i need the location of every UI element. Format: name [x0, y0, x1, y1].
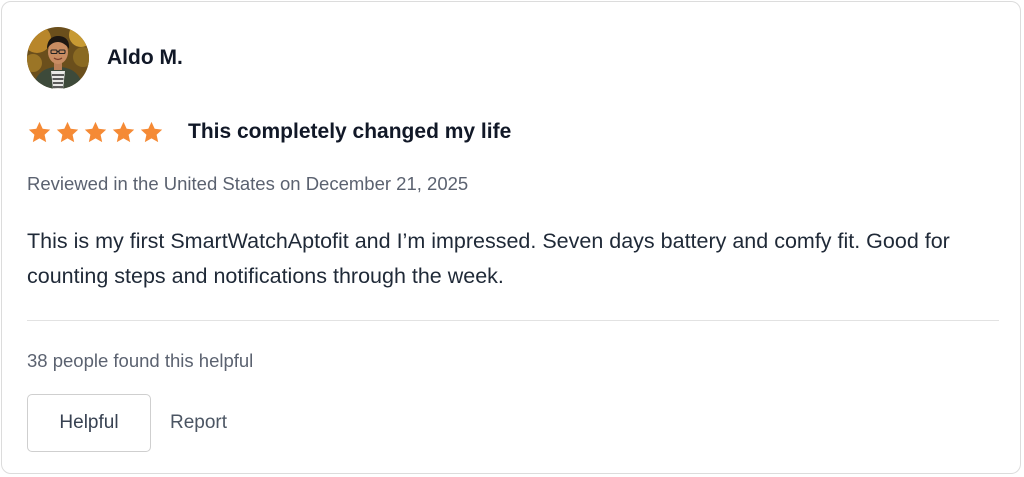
report-link[interactable]: Report — [170, 410, 227, 436]
review-card: Aldo M. This completely changed my life … — [1, 1, 1021, 474]
review-meta: Reviewed in the United States on Decembe… — [27, 173, 469, 194]
rating-row: This completely changed my life — [27, 116, 511, 148]
avatar-photo-icon — [27, 27, 89, 89]
reviewer-avatar — [27, 27, 89, 89]
star-icon — [112, 121, 135, 142]
star-icon — [56, 121, 79, 142]
review-body: This is my first SmartWatchAptofit and I… — [27, 229, 950, 288]
divider — [27, 320, 999, 321]
helpful-button[interactable]: Helpful — [27, 394, 151, 452]
star-rating — [27, 120, 164, 145]
helpful-count: 38 people found this helpful — [27, 350, 254, 371]
review-title: This completely changed my life — [188, 120, 512, 143]
star-icon — [84, 121, 107, 142]
star-icon — [28, 121, 51, 142]
star-icon — [140, 121, 163, 142]
reviewer-name: Aldo M. — [107, 46, 183, 69]
